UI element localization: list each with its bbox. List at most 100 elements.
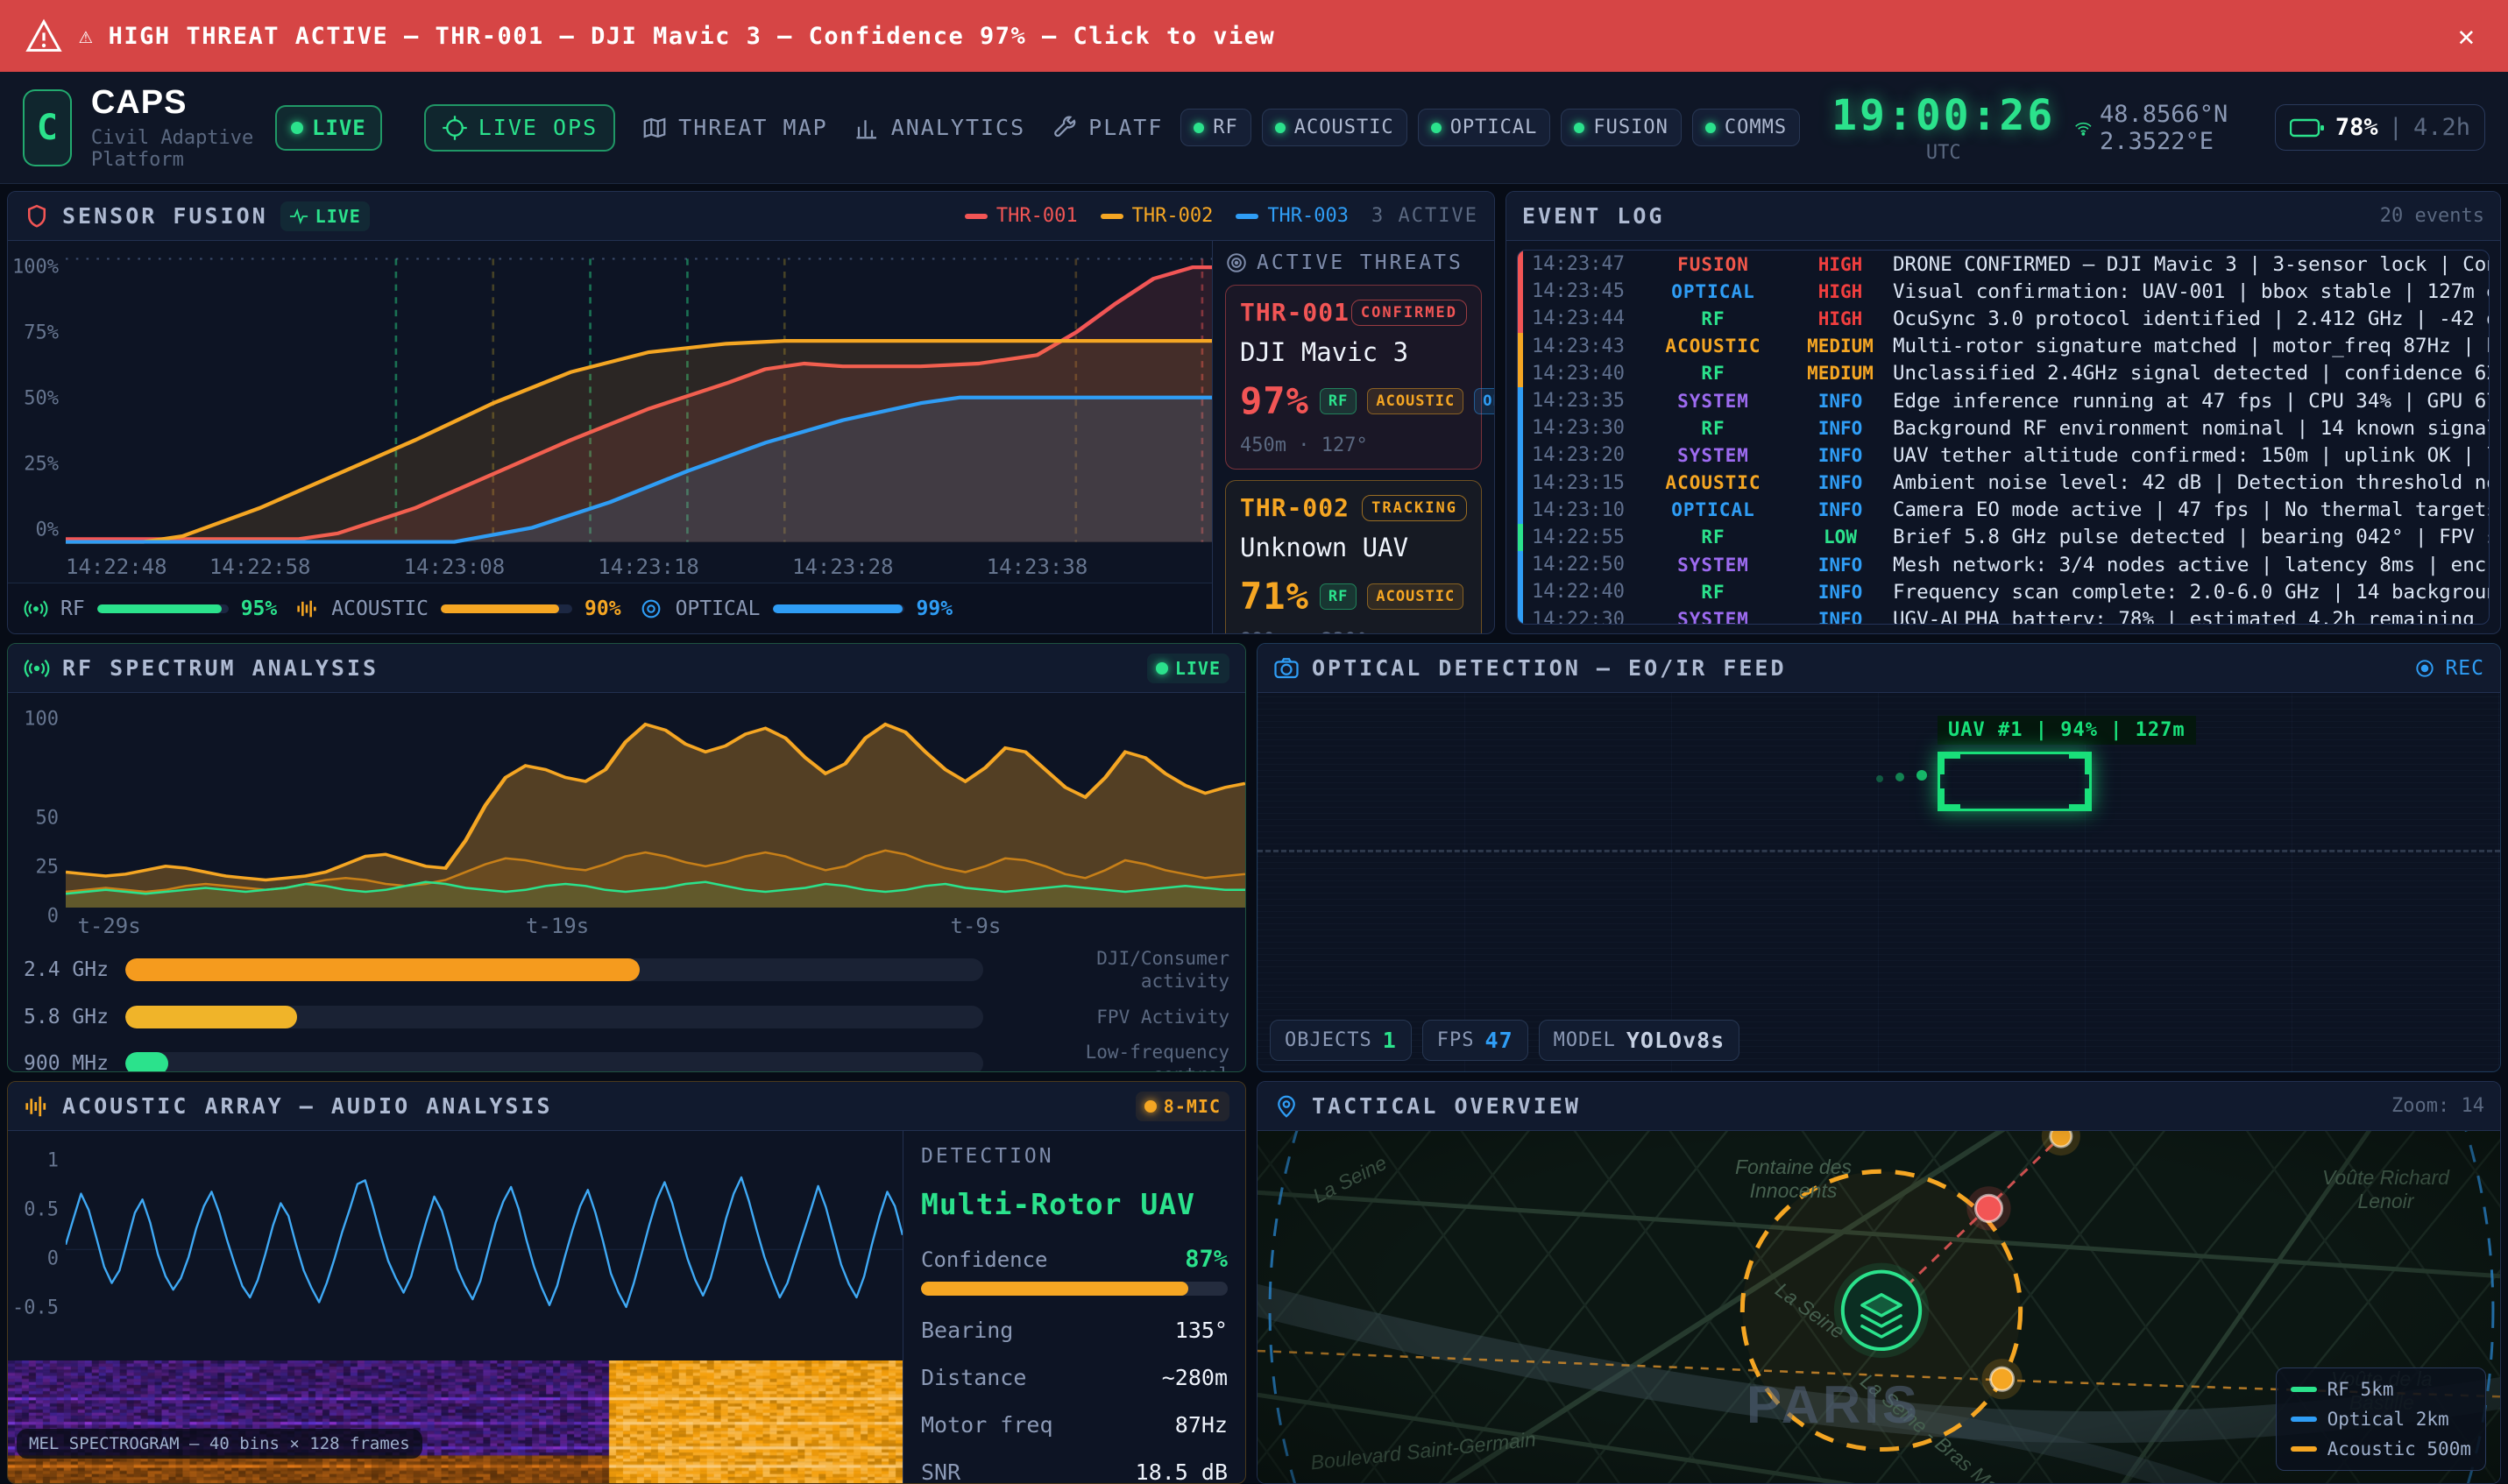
log-category: ACOUSTIC: [1639, 336, 1788, 357]
log-row[interactable]: 14:23:43 ACOUSTIC MEDIUM Multi-rotor sig…: [1518, 333, 2489, 360]
log-category: RF: [1639, 526, 1788, 548]
log-level: INFO: [1788, 609, 1893, 625]
wrench-icon: [1052, 115, 1078, 141]
tactical-map[interactable]: Fontaine des Innocents La Seine La Seine…: [1258, 1131, 2500, 1483]
log-level: INFO: [1788, 582, 1893, 603]
log-message: Frequency scan complete: 2.0-6.0 GHz | 1…: [1893, 581, 2489, 604]
app-title: CAPS: [91, 84, 256, 122]
band-description: FPV Activity: [997, 1006, 1229, 1028]
legend-item: RF 5km: [2291, 1379, 2471, 1400]
sensor-status-badges: RF ACOUSTIC OPTICAL FUSION COMMS: [1180, 109, 1800, 146]
optical-health: OPTICAL 99%: [639, 597, 953, 621]
close-icon[interactable]: ✕: [2449, 16, 2483, 56]
log-time: 14:23:30: [1523, 417, 1639, 439]
sensor-fusion-panel: SENSOR FUSION LIVE THR-001 THR-00: [7, 191, 1495, 634]
sensor-badge[interactable]: RF: [1180, 109, 1251, 146]
status-dot-icon: [1275, 123, 1286, 133]
live-dot-icon: [291, 122, 303, 134]
log-row[interactable]: 14:23:44 RF HIGH OcuSync 3.0 protocol id…: [1518, 305, 2489, 332]
sensor-badge[interactable]: OPTICAL: [1418, 109, 1551, 146]
legend-item: Acoustic 500m: [2291, 1438, 2471, 1459]
live-status-badge: LIVE: [275, 105, 382, 151]
sensor-chip: RF: [1320, 388, 1357, 414]
threats-title: ACTIVE THREATS: [1257, 251, 1463, 274]
log-row[interactable]: 14:23:30 RF INFO Background RF environme…: [1518, 414, 2489, 442]
app-header: C CAPS Civil Adaptive Platform LIVE LIVE…: [0, 72, 2508, 184]
legend-swatch: [2291, 1446, 2317, 1452]
log-row[interactable]: 14:23:35 SYSTEM INFO Edge inference runn…: [1518, 387, 2489, 414]
log-row[interactable]: 14:22:40 RF INFO Frequency scan complete…: [1518, 578, 2489, 605]
nav-analytics[interactable]: ANALYTICS: [854, 115, 1025, 141]
spectrogram-label: MEL SPECTROGRAM — 40 bins × 128 frames: [17, 1429, 422, 1459]
sensor-badge[interactable]: ACOUSTIC: [1262, 109, 1407, 146]
panel-title: RF SPECTRUM ANALYSIS: [62, 655, 379, 681]
tactical-overview-panel: TACTICAL OVERVIEW Zoom: 14 Fontaine des …: [1257, 1081, 2501, 1484]
log-category: SYSTEM: [1639, 555, 1788, 576]
gps-coordinates: 48.8566°N 2.3522°E: [2074, 101, 2256, 155]
threat-card[interactable]: THR-002 TRACKING Unknown UAV 71% RF ACOU…: [1225, 480, 1482, 633]
objects-stat: OBJECTS1: [1270, 1020, 1412, 1061]
legend-item: Optical 2km: [2291, 1409, 2471, 1430]
sensor-health-bar: RF 95% ACOUSTIC 90% OPTICAL: [8, 583, 1212, 633]
log-category: FUSION: [1639, 254, 1788, 275]
log-category: RF: [1639, 418, 1788, 439]
log-row[interactable]: 14:23:20 SYSTEM INFO UAV tether altitude…: [1518, 442, 2489, 469]
fusion-y-axis: 100%75%50%25%0%: [8, 250, 66, 551]
log-row[interactable]: 14:23:15 ACOUSTIC INFO Ambient noise lev…: [1518, 470, 2489, 497]
acoustic-detection-summary: DETECTION Multi-Rotor UAV Confidence 87%…: [903, 1131, 1245, 1483]
log-category: SYSTEM: [1639, 609, 1788, 625]
log-message: Unclassified 2.4GHz signal detected | co…: [1893, 362, 2489, 385]
log-category: RF: [1639, 363, 1788, 384]
log-row[interactable]: 14:23:47 FUSION HIGH DRONE CONFIRMED — D…: [1518, 251, 2489, 278]
log-message: Edge inference running at 47 fps | CPU 3…: [1893, 390, 2489, 413]
wifi-icon: [2074, 115, 2093, 141]
rf-x-axis: t-29st-19st-9s: [66, 912, 1245, 942]
sensor-chip: ACOUSTIC: [1367, 583, 1463, 610]
log-row[interactable]: 14:23:45 OPTICAL HIGH Visual confirmatio…: [1518, 278, 2489, 305]
rf-health: RF 95%: [24, 597, 277, 621]
detection-bounding-box[interactable]: [1938, 752, 2092, 811]
battery-icon: [2290, 117, 2325, 139]
nav-live-ops[interactable]: LIVE OPS: [424, 104, 615, 152]
crosshair-icon: [442, 115, 468, 141]
mel-spectrogram: MEL SPECTROGRAM — 40 bins × 128 frames: [8, 1360, 903, 1483]
log-row[interactable]: 14:23:40 RF MEDIUM Unclassified 2.4GHz s…: [1518, 360, 2489, 387]
log-category: SYSTEM: [1639, 445, 1788, 466]
acoustic-array-panel: ACOUSTIC ARRAY — AUDIO ANALYSIS 8-MIC 10…: [7, 1081, 1246, 1484]
log-level: INFO: [1788, 499, 1893, 520]
log-category: OPTICAL: [1639, 281, 1788, 302]
sensor-chip: OPTICAL: [1474, 388, 1494, 414]
log-row[interactable]: 14:22:50 SYSTEM INFO Mesh network: 3/4 n…: [1518, 551, 2489, 578]
legend-swatch: [965, 214, 988, 219]
city-label: PARIS: [1746, 1374, 1921, 1435]
track-trail-dot: [1916, 770, 1927, 781]
activity-icon: [289, 208, 308, 224]
nav-platform[interactable]: PLATFORM: [1052, 115, 1161, 141]
sensor-badge[interactable]: FUSION: [1561, 109, 1681, 146]
log-time: 14:23:44: [1523, 307, 1639, 329]
antenna-icon: [24, 655, 50, 682]
band-meter: [125, 958, 983, 981]
legend-item: THR-003: [1236, 205, 1349, 227]
threat-card[interactable]: THR-001 CONFIRMED DJI Mavic 3 97% RF ACO…: [1225, 285, 1482, 470]
waveform-y-axis: 10.50-0.5: [8, 1138, 66, 1360]
video-feed[interactable]: UAV #1 | 94% | 127m OBJECTS1 FPS47 MODEL…: [1258, 693, 2500, 1071]
app-logo: C: [23, 89, 72, 166]
threat-alert-banner[interactable]: ⚠ HIGH THREAT ACTIVE — THR-001 — DJI Mav…: [0, 0, 2508, 72]
log-level: INFO: [1788, 391, 1893, 412]
log-message: Mesh network: 3/4 nodes active | latency…: [1893, 554, 2489, 576]
log-row[interactable]: 14:22:30 SYSTEM INFO UGV-ALPHA battery: …: [1518, 605, 2489, 625]
map-legend: RF 5km Optical 2km Acoustic 500m: [2276, 1367, 2486, 1471]
camera-icon: [1273, 655, 1300, 682]
log-level: HIGH: [1788, 254, 1893, 275]
log-row[interactable]: 14:23:10 OPTICAL INFO Camera EO mode act…: [1518, 497, 2489, 524]
log-level: HIGH: [1788, 308, 1893, 329]
sensor-badge[interactable]: COMMS: [1692, 109, 1800, 146]
acoustic-health: ACOUSTIC 90%: [294, 597, 620, 621]
band-row: 5.8 GHz FPV Activity: [24, 1006, 1229, 1028]
nav-threat-map[interactable]: THREAT MAP: [641, 115, 828, 141]
detection-class: Multi-Rotor UAV: [921, 1187, 1228, 1221]
rf-spectrum-panel: RF SPECTRUM ANALYSIS LIVE 10050250 t-29s…: [7, 643, 1246, 1072]
band-row: 2.4 GHz DJI/Consumer activity: [24, 947, 1229, 993]
log-row[interactable]: 14:22:55 RF LOW Brief 5.8 GHz pulse dete…: [1518, 524, 2489, 551]
